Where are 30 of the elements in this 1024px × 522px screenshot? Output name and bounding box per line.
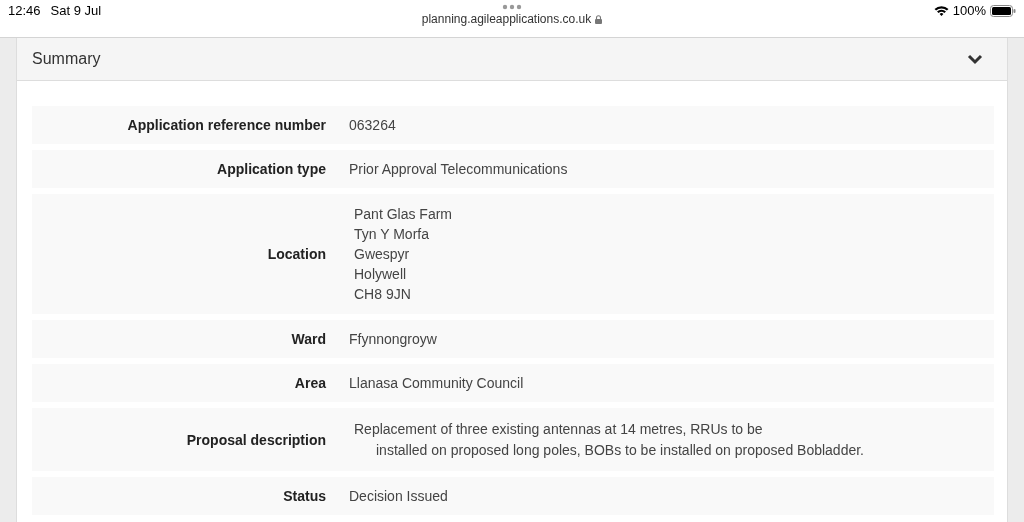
chevron-icon[interactable] [967,53,983,65]
field-value: 063264 [349,117,396,133]
wifi-icon [933,5,949,16]
address-bar-url[interactable]: planning.agileapplications.co.uk [421,12,592,26]
field-label: Proposal description [186,431,326,448]
field-value: Llanasa Community Council [349,375,524,391]
description-line: installed on proposed long poles, BOBs to be installed on proposed Bobladder. [375,442,864,458]
address-line: Gwespyr [354,246,411,262]
field-value: Decision Issued [349,488,448,504]
panel-header[interactable]: Summary [17,38,1007,81]
description-line: Replacement of three existing antennas at 14 metres, RRUs to be [354,421,764,437]
field-label: Status [283,488,326,504]
address-line: Holywell [354,266,408,282]
battery-icon [990,4,1016,17]
address-line: Tyn Y Morfa [354,226,430,242]
panel-title: Summary [32,50,101,68]
more-dots-icon[interactable] [502,4,522,10]
date-text: Sat 9 Jul [50,3,102,18]
address-line: Pant Glas Farm [354,206,453,222]
field-value: Ffynnongroyw [349,331,437,347]
field-label: Ward [291,331,326,347]
field-label: Application reference number [127,117,326,133]
battery-percent: 100% [952,3,986,18]
lock-icon [595,14,603,24]
field-label: Location [267,246,326,262]
field-value: Prior Approval Telecommunications [349,161,568,177]
address-line: CH8 9JN [354,286,412,302]
field-label: Application type [217,161,326,177]
field-label: Area [294,375,326,391]
clock-time: 12:46 [8,3,41,18]
